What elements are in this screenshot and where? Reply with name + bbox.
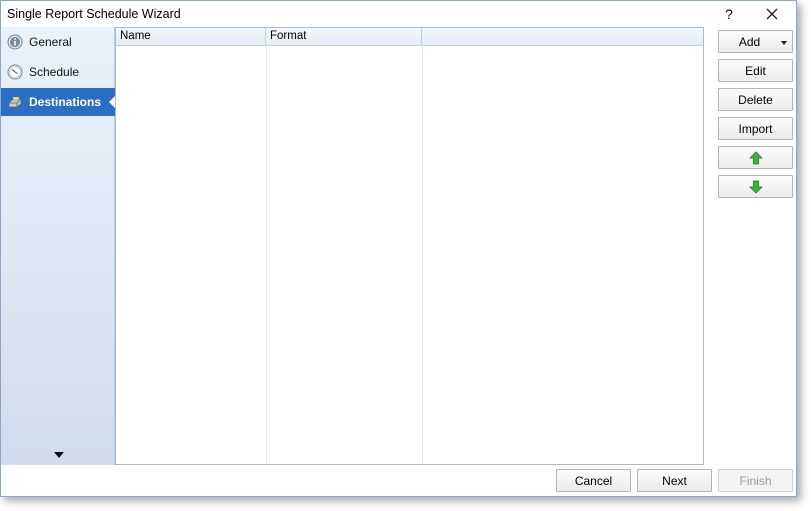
move-up-button[interactable] (718, 146, 793, 169)
sidebar-item-destinations[interactable]: Destinations (1, 88, 116, 116)
column-header-format[interactable]: Format (266, 28, 422, 45)
edit-button-label: Edit (745, 63, 766, 78)
edit-button[interactable]: Edit (718, 59, 793, 82)
sidebar-item-general[interactable]: General (1, 28, 115, 56)
add-button[interactable]: Add (718, 30, 793, 53)
column-header-blank[interactable] (422, 28, 703, 45)
printer-icon (8, 96, 22, 108)
window-title: Single Report Schedule Wizard (7, 7, 181, 21)
column-divider (422, 45, 423, 464)
sidebar-item-label: Schedule (29, 65, 80, 79)
close-icon (766, 8, 778, 20)
cancel-button-label: Cancel (574, 473, 613, 488)
import-button[interactable]: Import (718, 117, 793, 140)
delete-button[interactable]: Delete (718, 88, 793, 111)
clock-icon (7, 64, 23, 80)
chevron-down-icon[interactable] (781, 41, 787, 45)
sidebar-item-schedule[interactable]: Schedule (1, 58, 115, 86)
import-button-label: Import (738, 121, 773, 136)
sidebar-item-label: Destinations (29, 95, 102, 109)
column-divider (266, 45, 267, 464)
finish-button-label: Finish (739, 473, 772, 488)
info-icon (7, 34, 23, 50)
list-header: Name Format (116, 28, 703, 46)
column-header-name[interactable]: Name (116, 28, 266, 45)
close-button[interactable] (759, 4, 785, 24)
arrow-up-icon (749, 151, 763, 165)
arrow-down-icon (749, 180, 763, 194)
sidebar-item-label: General (29, 35, 72, 49)
cancel-button[interactable]: Cancel (556, 469, 631, 492)
caret-down-icon[interactable] (53, 451, 65, 459)
move-down-button[interactable] (718, 175, 793, 198)
finish-button[interactable]: Finish (718, 469, 793, 492)
wizard-window: Single Report Schedule Wizard ? General (0, 0, 797, 497)
title-bar: Single Report Schedule Wizard ? (1, 1, 796, 27)
next-button[interactable]: Next (637, 469, 712, 492)
delete-button-label: Delete (738, 92, 773, 107)
help-button[interactable]: ? (720, 4, 738, 24)
wizard-sidebar: General Schedule Destinations (1, 27, 116, 465)
destinations-list[interactable]: Name Format (115, 27, 704, 465)
next-button-label: Next (662, 473, 687, 488)
